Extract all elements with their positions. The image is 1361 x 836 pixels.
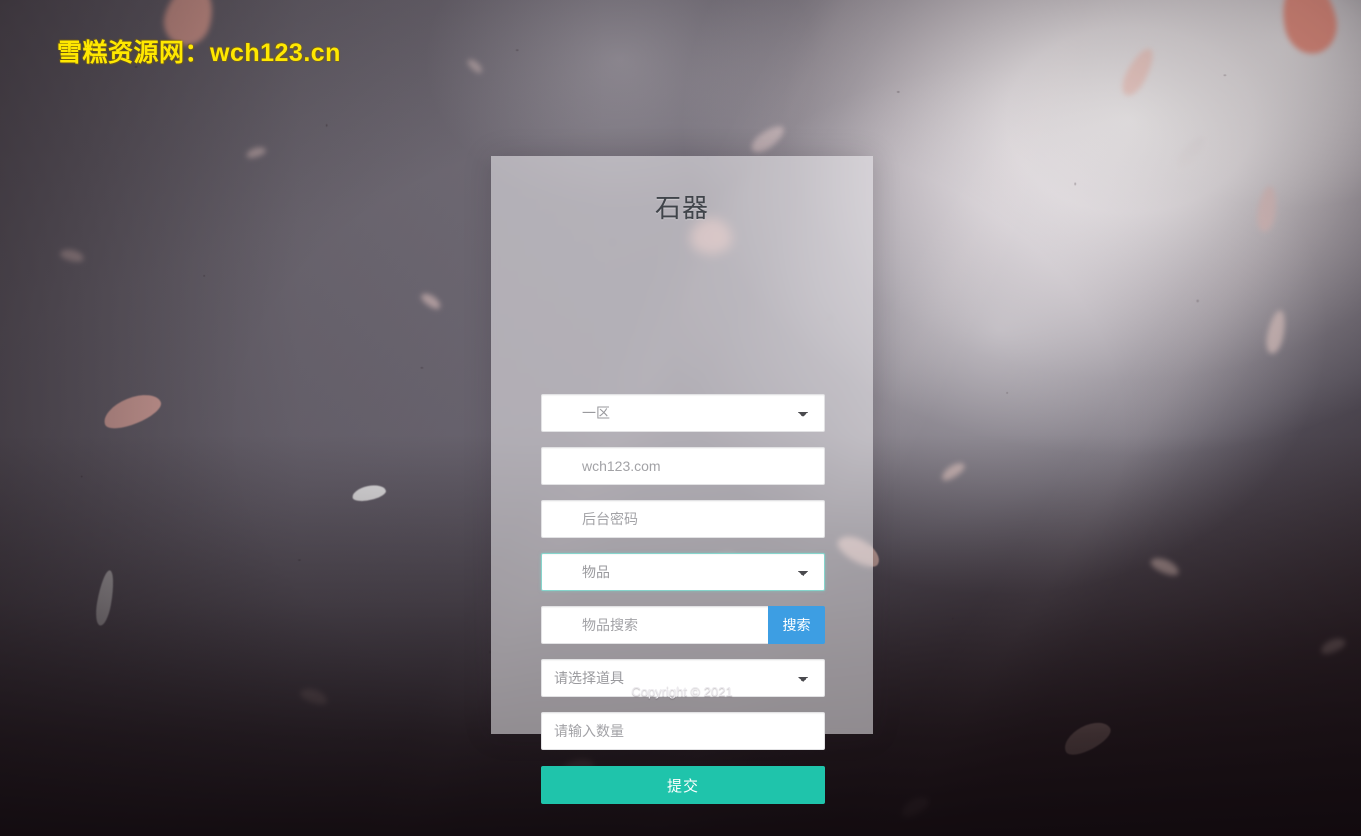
petal (1254, 184, 1280, 234)
count-input[interactable] (541, 712, 825, 750)
petal (1172, 132, 1210, 174)
petal (93, 569, 117, 627)
petal (1263, 308, 1289, 356)
account-input[interactable] (541, 447, 825, 485)
petal (298, 685, 330, 708)
login-panel: 石器 一区 物品 搜索 请选择道具 提交 Copyright © 2021 (491, 156, 873, 804)
petal (1275, 0, 1343, 59)
petal (350, 482, 388, 504)
petal (419, 290, 443, 312)
petal (1318, 635, 1348, 657)
petal (939, 459, 967, 484)
petal (59, 247, 85, 264)
petal (99, 387, 165, 435)
page-title: 石器 (654, 193, 709, 223)
submit-button[interactable]: 提交 (541, 766, 825, 804)
copyright-text: Copyright © 2021 (631, 684, 733, 699)
search-button[interactable]: 搜索 (768, 606, 825, 644)
petal (245, 145, 267, 160)
petal (1059, 715, 1115, 761)
search-input[interactable] (541, 606, 768, 644)
password-input[interactable] (541, 500, 825, 538)
petal (898, 793, 932, 821)
type-select[interactable]: 物品 (541, 553, 825, 591)
petal (1148, 554, 1182, 579)
petal (747, 121, 789, 157)
petal (1116, 44, 1160, 100)
search-row: 搜索 (541, 606, 825, 644)
petal (465, 57, 485, 75)
site-watermark: 雪糕资源网：wch123.cn (57, 39, 341, 67)
background-scene: 雪糕资源网：wch123.cn 石器 一区 物品 搜索 请选择道具 提交 Cop… (0, 0, 1361, 836)
server-select[interactable]: 一区 (541, 394, 825, 432)
